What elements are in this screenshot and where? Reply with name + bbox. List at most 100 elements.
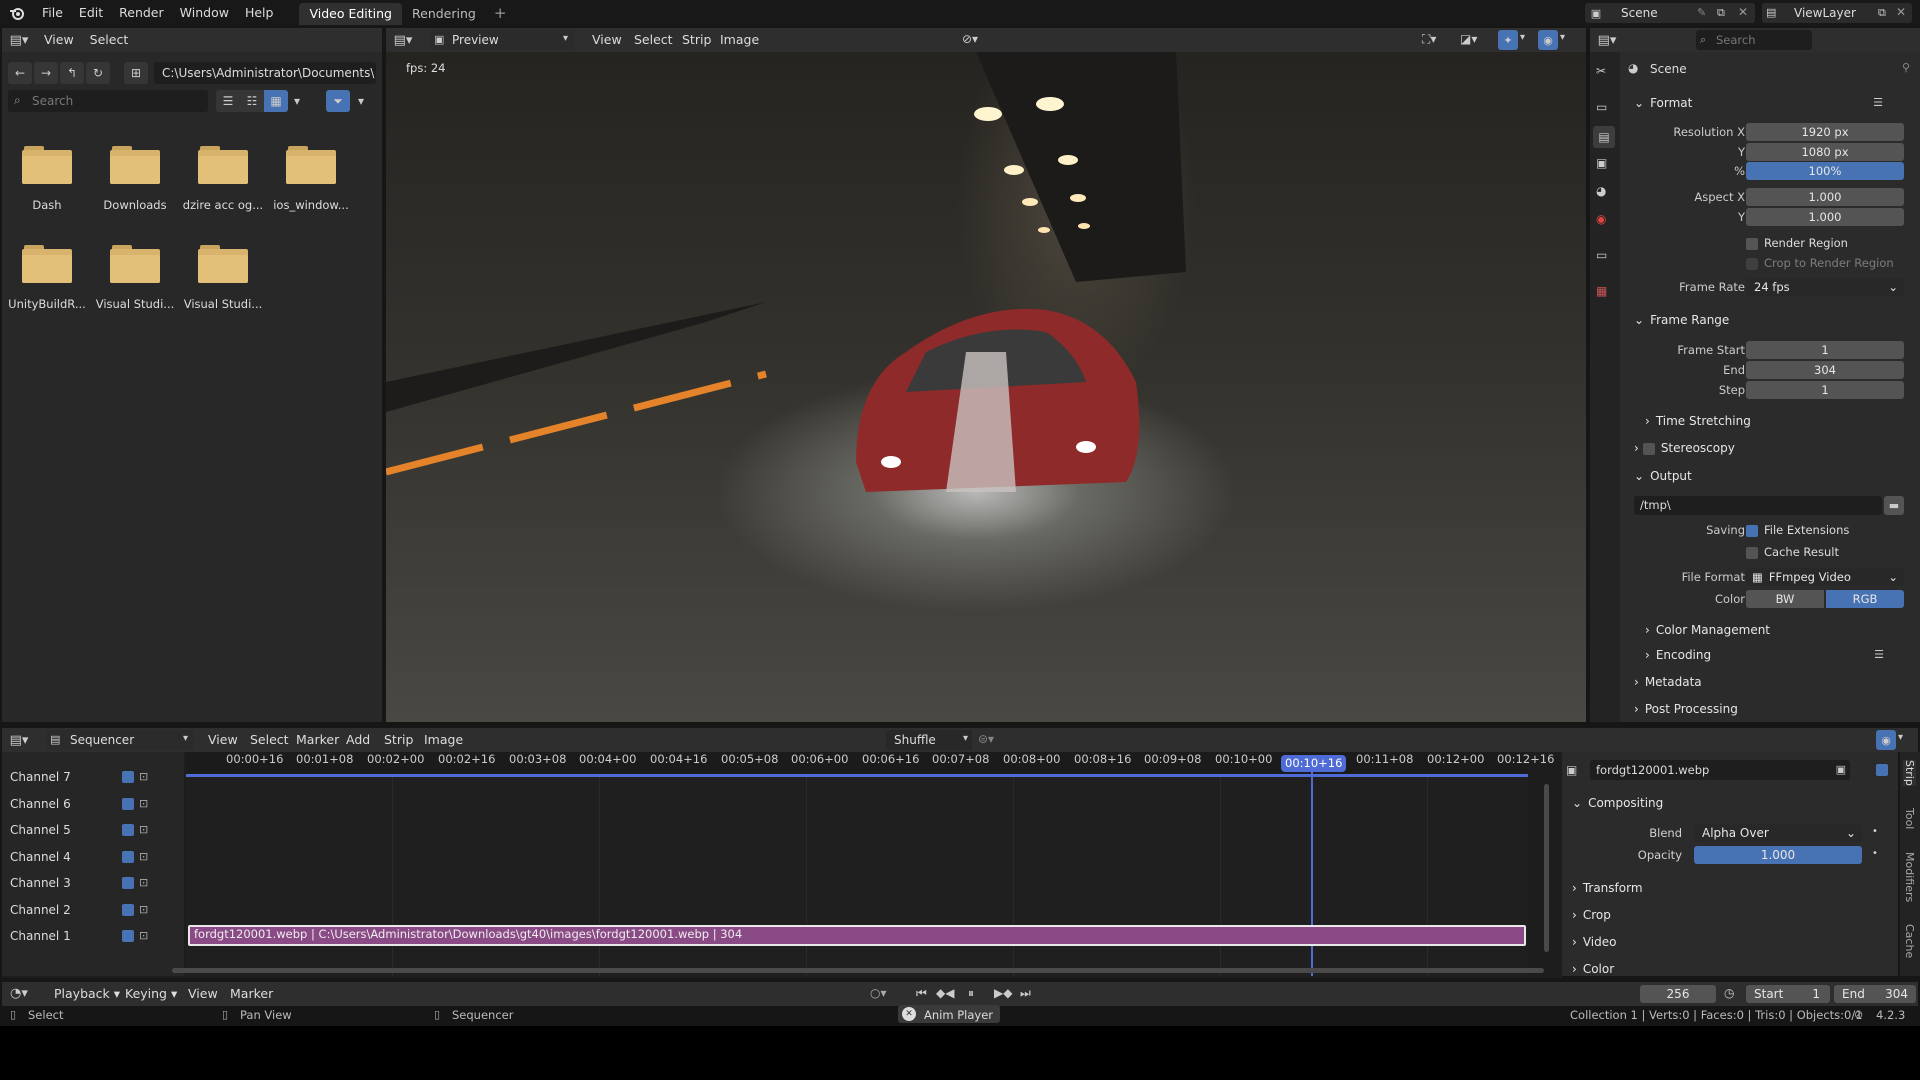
scene-selector[interactable]: ▣ Scene ✎ ⧉ ✕ <box>1585 3 1755 23</box>
folder-item[interactable]: Dash <box>5 146 89 212</box>
section-transform[interactable]: › Transform <box>1568 877 1884 899</box>
blender-logo-icon[interactable] <box>0 0 34 26</box>
back-icon[interactable]: ← <box>8 62 32 84</box>
collection-icon[interactable]: ▭ <box>1596 248 1607 262</box>
prev-keyframe-icon[interactable]: ◆◀ <box>936 986 954 1000</box>
output-icon[interactable]: ▤ <box>1593 126 1615 148</box>
section-encoding[interactable]: › Encoding ☰ <box>1645 644 1920 666</box>
chevron-down-icon[interactable]: ▾ <box>1520 32 1525 43</box>
menu-select[interactable]: Select <box>82 28 137 52</box>
editor-type-icon[interactable]: ▤▾ <box>1590 33 1624 48</box>
lock-icon[interactable]: ⊡ <box>139 797 148 810</box>
pin-icon[interactable]: ⚲ <box>1902 61 1910 74</box>
sequencer-mode-select[interactable]: ▤ Sequencer ▾ <box>46 730 194 750</box>
menu-view[interactable]: View <box>584 28 630 52</box>
lock-icon[interactable]: ⊡ <box>139 823 148 836</box>
gizmo-icon[interactable]: ✦ <box>1498 30 1518 50</box>
view-layer-icon[interactable]: ▣ <box>1596 156 1607 170</box>
menu-view[interactable]: View <box>180 982 226 1006</box>
resolution-pct-field[interactable]: 100% <box>1746 162 1904 180</box>
tab-cache[interactable]: Cache <box>1903 924 1916 958</box>
folder-item[interactable]: UnityBuildR... <box>5 245 89 311</box>
forward-icon[interactable]: → <box>34 62 58 84</box>
channel-mute-checkbox[interactable] <box>122 824 134 836</box>
editor-type-icon[interactable]: ◔▾ <box>10 986 28 1001</box>
menu-playback[interactable]: Playback ▾ <box>46 982 128 1006</box>
new-folder-icon[interactable]: ⊞ <box>124 62 148 84</box>
lock-icon[interactable]: ⊡ <box>139 850 148 863</box>
frame-end-field[interactable]: 304 <box>1746 361 1904 379</box>
chevron-down-icon[interactable]: ▾ <box>352 90 370 112</box>
folder-item[interactable]: ios_window... <box>269 146 353 212</box>
v-scrollbar[interactable] <box>1544 784 1549 952</box>
frame-rate-select[interactable]: 24 fps ⌄ <box>1746 278 1904 296</box>
channel-mute-checkbox[interactable] <box>122 798 134 810</box>
tab-rendering[interactable]: Rendering <box>402 3 486 25</box>
chevron-down-icon[interactable]: ▾ <box>288 90 306 112</box>
color-bw-button[interactable]: BW <box>1746 590 1824 608</box>
file-search-input[interactable]: ⌕ Search <box>8 90 208 112</box>
channel-mute-checkbox[interactable] <box>122 851 134 863</box>
start-frame-field[interactable]: Start 1 <box>1746 985 1830 1003</box>
new-layer-icon[interactable]: ⧉ <box>1878 6 1886 20</box>
menu-view[interactable]: View <box>200 728 246 752</box>
current-frame-field[interactable]: 256 <box>1640 985 1716 1003</box>
lock-icon[interactable]: ⊡ <box>139 770 148 783</box>
section-output[interactable]: ⌄ Output <box>1630 465 1905 487</box>
channel-mute-checkbox[interactable] <box>122 930 134 942</box>
display-mode-icon[interactable]: ⛶▾ <box>1422 32 1436 47</box>
tab-tool[interactable]: Tool <box>1903 808 1916 829</box>
jump-end-icon[interactable]: ⏭ <box>1020 986 1031 1001</box>
menu-image[interactable]: Image <box>416 728 471 752</box>
file-extensions-checkbox[interactable] <box>1746 524 1758 537</box>
menu-image[interactable]: Image <box>712 28 767 52</box>
overlay-icon[interactable]: ◉ <box>1538 30 1558 50</box>
next-keyframe-icon[interactable]: ▶◆ <box>994 986 1012 1000</box>
folder-item[interactable]: Downloads <box>93 146 177 212</box>
presets-icon[interactable]: ☰ <box>1874 644 1884 666</box>
new-scene-icon[interactable]: ⧉ <box>1717 6 1725 20</box>
playhead-label[interactable]: 00:10+16 <box>1281 755 1347 772</box>
parent-dir-icon[interactable]: ↰ <box>60 62 84 84</box>
editor-type-icon[interactable]: ▤▾ <box>2 733 36 748</box>
frame-step-field[interactable]: 1 <box>1746 381 1904 399</box>
cancel-job-icon[interactable]: ✕ <box>902 1007 916 1021</box>
tool-icon[interactable]: ✂ <box>1596 64 1606 78</box>
color-rgb-button[interactable]: RGB <box>1826 590 1904 608</box>
record-icon[interactable]: ○▾ <box>870 986 887 1000</box>
world-icon[interactable]: ◉ <box>1596 212 1606 226</box>
channel-label[interactable]: Channel 1 <box>10 929 71 943</box>
section-color-management[interactable]: › Color Management <box>1645 619 1920 641</box>
chevron-down-icon[interactable]: ▾ <box>1560 32 1565 43</box>
resolution-y-field[interactable]: 1080 px <box>1746 143 1904 161</box>
close-icon[interactable]: ✕ <box>1738 5 1748 19</box>
editor-type-icon[interactable]: ▤▾ <box>2 33 36 48</box>
menu-help[interactable]: Help <box>237 0 282 26</box>
menu-view[interactable]: View <box>36 28 82 52</box>
list-horizontal-icon[interactable]: ☷ <box>240 90 264 112</box>
folder-browse-icon[interactable]: ▬ <box>1884 496 1904 515</box>
lock-icon[interactable]: ⊡ <box>139 929 148 942</box>
section-crop[interactable]: › Crop <box>1568 904 1884 926</box>
file-format-select[interactable]: ▦ FFmpeg Video ⌄ <box>1746 568 1904 586</box>
folder-item[interactable]: Visual Studi... <box>181 245 265 311</box>
tab-video-editing[interactable]: Video Editing <box>299 3 402 25</box>
properties-search-input[interactable]: ⌕ Search <box>1696 30 1812 50</box>
editor-type-icon[interactable]: ▤▾ <box>386 33 420 48</box>
render-region-checkbox[interactable] <box>1746 237 1758 250</box>
section-video[interactable]: › Video <box>1568 931 1884 953</box>
menu-file[interactable]: File <box>34 0 71 26</box>
section-compositing[interactable]: ⌄ Compositing <box>1568 792 1884 814</box>
folder-item[interactable]: Visual Studi... <box>93 245 177 311</box>
channel-mute-checkbox[interactable] <box>122 877 134 889</box>
menu-select[interactable]: Select <box>626 28 681 52</box>
keyframe-dot-icon[interactable]: • <box>1872 826 1878 837</box>
stereoscopy-checkbox[interactable] <box>1642 442 1655 455</box>
output-path-field[interactable]: /tmp\ <box>1634 496 1882 515</box>
section-time-stretching[interactable]: › Time Stretching <box>1645 410 1920 432</box>
clock-icon[interactable]: ◷ <box>1724 986 1734 1000</box>
shuffle-select[interactable]: Shuffle ▾ <box>886 730 972 750</box>
strip-name-field[interactable]: fordgt120001.webp ▣ <box>1590 760 1850 780</box>
lock-icon[interactable]: ⊡ <box>139 903 148 916</box>
refresh-icon[interactable]: ↻ <box>86 62 110 84</box>
